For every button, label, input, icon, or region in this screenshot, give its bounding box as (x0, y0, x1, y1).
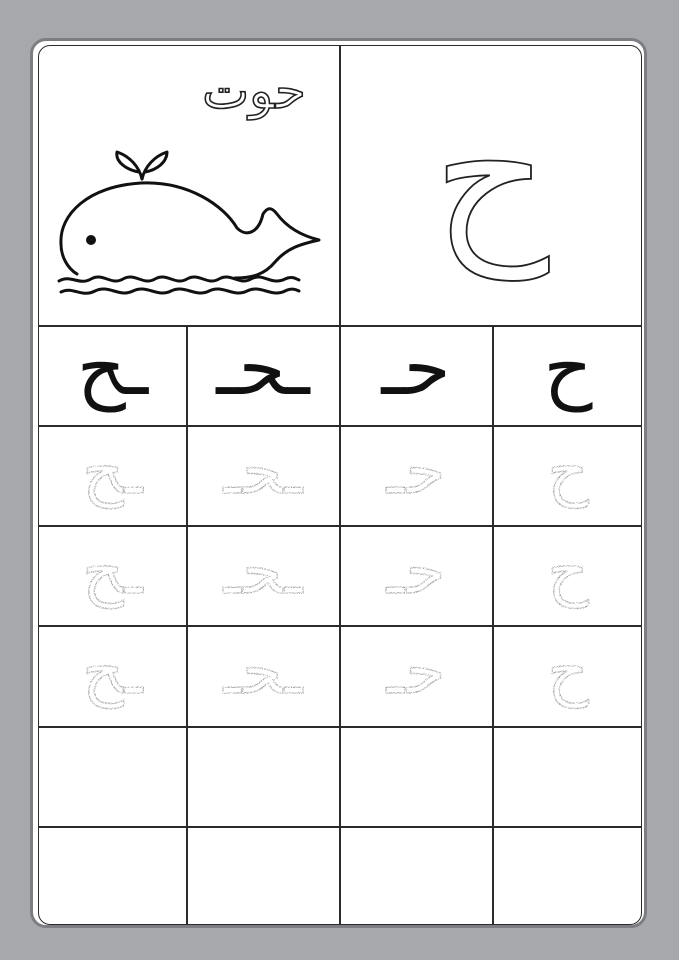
tracing-cell-final[interactable]: ـح (39, 426, 186, 525)
dotted-letter-isolated: ح (547, 435, 590, 509)
model-final: ـح (76, 323, 149, 412)
worksheet-grid: حوت ح ح حـ ـحـ ـح ح حـ ـحـ ـح ح حـ ـحـ ـح ح حـ ـحـ… (38, 45, 642, 925)
model-medial: ـحـ (216, 323, 310, 412)
tracing-cell-medial[interactable]: ـحـ (187, 426, 339, 525)
tracing-cell-medial[interactable]: ـحـ (187, 626, 339, 725)
dotted-letter-initial: حـ (386, 435, 446, 509)
dotted-letter-final: ـح (82, 635, 144, 709)
tracing-cell-initial[interactable]: حـ (340, 426, 492, 525)
outlined-letter: ح (432, 71, 550, 280)
dotted-letter-initial: حـ (386, 535, 446, 609)
tracing-cell-final[interactable]: ـح (39, 526, 186, 625)
dotted-letter-isolated: ح (547, 535, 590, 609)
tracing-cell-isolated[interactable]: ح (493, 526, 641, 625)
dotted-letter-final: ـح (82, 535, 144, 609)
model-initial: حـ (381, 323, 451, 412)
tracing-cell-initial[interactable]: حـ (340, 626, 492, 725)
model-isolated: ح (543, 323, 593, 412)
tracing-cell-initial[interactable]: حـ (340, 526, 492, 625)
blank-row-1[interactable] (39, 727, 641, 826)
tracing-cell-isolated[interactable]: ح (493, 626, 641, 725)
tracing-cell-isolated[interactable]: ح (493, 426, 641, 525)
dotted-letter-medial: ـحـ (223, 435, 303, 509)
dotted-letter-isolated: ح (547, 635, 590, 709)
dotted-letter-medial: ـحـ (223, 635, 303, 709)
dotted-letter-medial: ـحـ (223, 535, 303, 609)
tracing-cell-medial[interactable]: ـحـ (187, 526, 339, 625)
whale-illustration (57, 150, 321, 295)
blank-row-2[interactable] (39, 827, 641, 924)
tracing-cell-final[interactable]: ـح (39, 626, 186, 725)
dotted-letter-initial: حـ (386, 635, 446, 709)
dotted-letter-final: ـح (82, 435, 144, 509)
